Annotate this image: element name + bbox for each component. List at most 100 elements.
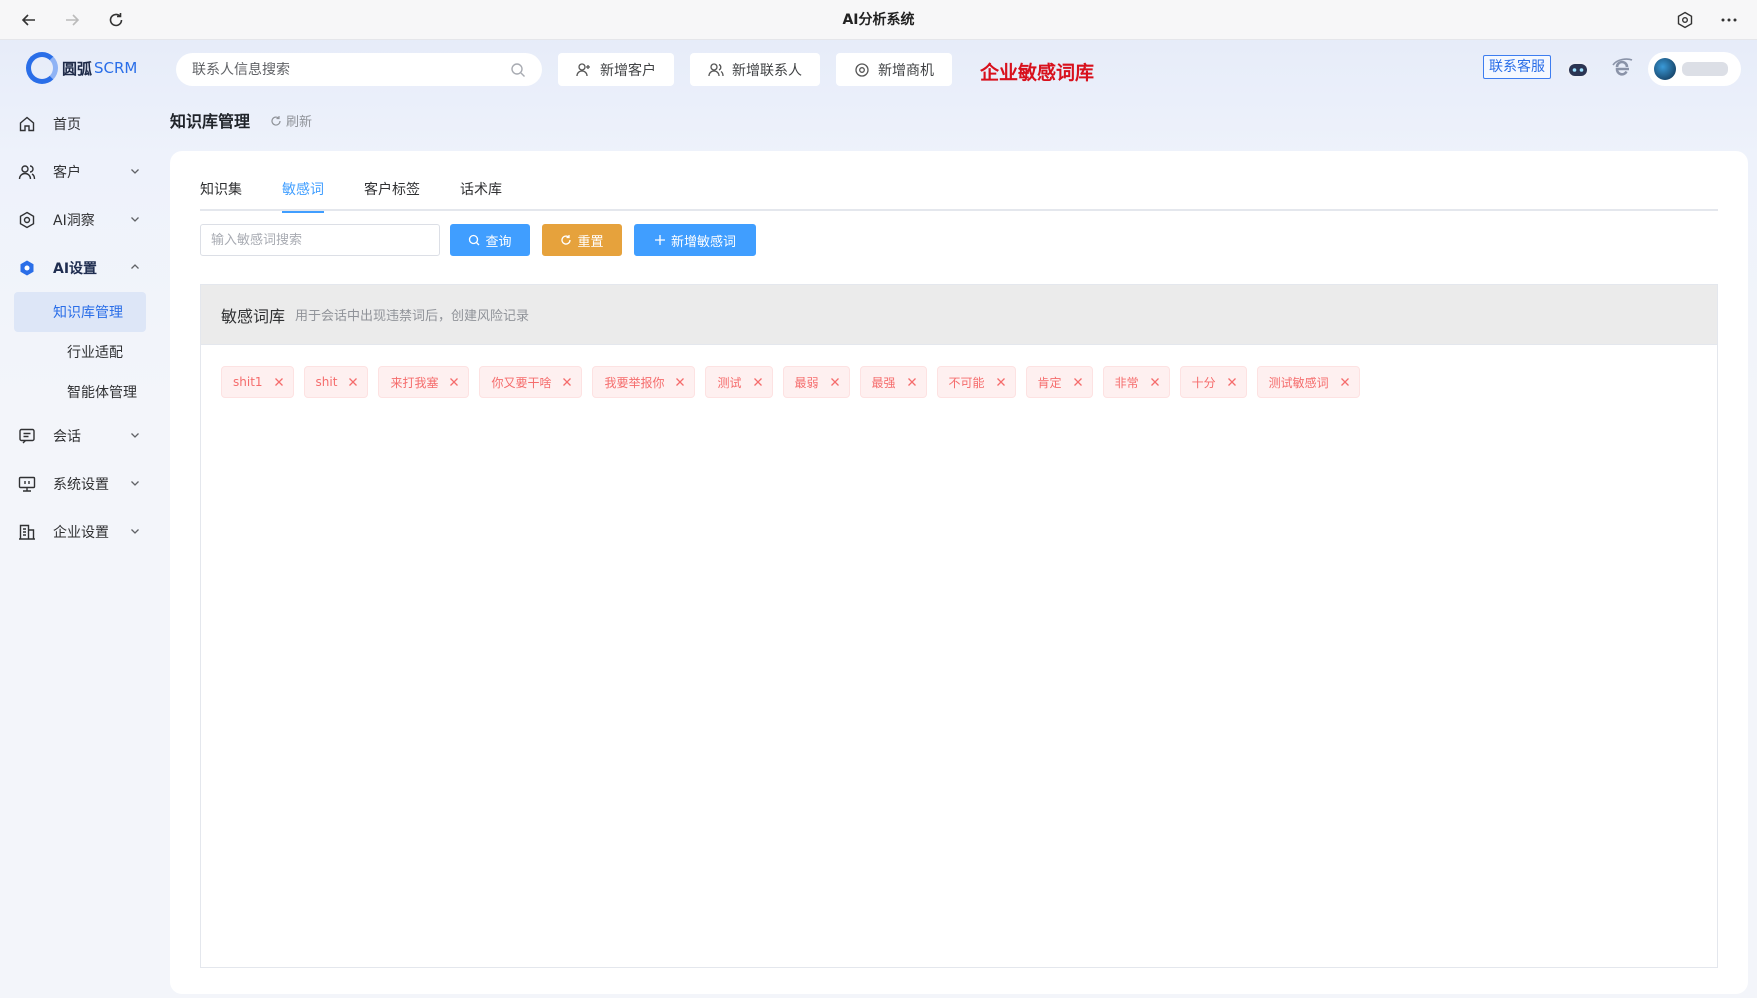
- add-customer-label: 新增客户: [600, 62, 656, 79]
- add-customer-button[interactable]: 新增客户: [558, 53, 674, 86]
- sidebar-item-customer[interactable]: 客户: [0, 148, 160, 196]
- tag-label: shit: [315, 375, 338, 389]
- sidebar-item-label: 系统设置: [53, 477, 109, 493]
- query-label: 查询: [485, 234, 512, 250]
- tag-label: 你又要干啥: [491, 375, 552, 390]
- add-sensitive-word-button[interactable]: 新增敏感词: [634, 224, 756, 256]
- sensitive-word-tag: 测试敏感词: [1256, 366, 1360, 398]
- logo[interactable]: 圆弧 SCRM: [26, 52, 137, 84]
- page-title: 知识库管理: [170, 112, 251, 131]
- sidebar-subitem-industry[interactable]: 行业适配: [14, 332, 146, 372]
- home-icon: [18, 115, 36, 133]
- sensitive-word-tag: 非常: [1102, 366, 1170, 398]
- sidebar-item-ai-settings[interactable]: AI设置: [0, 244, 160, 292]
- tag-label: 肯定: [1037, 375, 1062, 390]
- more-button[interactable]: [1709, 0, 1749, 40]
- tag-label: 十分: [1191, 375, 1216, 390]
- chevron-down-icon: [131, 433, 139, 438]
- sidebar-subitem-knowledge[interactable]: 知识库管理: [14, 292, 146, 332]
- browser-button[interactable]: [1610, 56, 1634, 84]
- logo-text-cn: 圆弧: [62, 59, 93, 78]
- sensitive-word-search-input[interactable]: [200, 224, 440, 256]
- tag-label: 非常: [1114, 375, 1139, 390]
- sidebar-item-system-settings[interactable]: 系统设置: [0, 460, 160, 508]
- sensitive-word-tag: shit: [303, 366, 369, 398]
- panel-title: 敏感词库: [221, 306, 286, 326]
- user-profile[interactable]: [1648, 52, 1741, 86]
- tab-script-library[interactable]: 话术库: [460, 169, 502, 211]
- refresh-button[interactable]: 刷新: [270, 111, 312, 130]
- reset-label: 重置: [577, 234, 604, 250]
- chevron-up-icon: [131, 264, 139, 269]
- add-opportunity-button[interactable]: 新增商机: [836, 53, 952, 86]
- hexagon-gear-icon: [18, 259, 36, 277]
- app-header: 圆弧 SCRM 新增客户 新增联系人 新增商机 企业敏感词库 联系客服: [0, 40, 1757, 100]
- window-title: AI分析系统: [842, 12, 915, 28]
- close-icon[interactable]: [830, 377, 840, 387]
- close-icon[interactable]: [753, 377, 763, 387]
- reset-button[interactable]: 重置: [542, 224, 622, 256]
- tab-knowledge-set[interactable]: 知识集: [200, 169, 242, 211]
- query-button[interactable]: 查询: [450, 224, 530, 256]
- sidebar: 首页 客户 AI洞察 AI设置 知识库管理 行业适配 智能体管理 会话 系统设置…: [0, 100, 160, 556]
- sidebar-item-label: 首页: [53, 117, 81, 133]
- close-icon[interactable]: [562, 377, 572, 387]
- tag-label: 最强: [871, 375, 896, 390]
- customer-service-button[interactable]: 联系客服: [1483, 55, 1551, 79]
- sidebar-item-home[interactable]: 首页: [0, 100, 160, 148]
- search-icon[interactable]: [510, 62, 526, 78]
- settings-button[interactable]: [1665, 0, 1705, 40]
- contact-search-input[interactable]: [192, 61, 510, 78]
- refresh-icon: [561, 235, 572, 245]
- tab-customer-tags[interactable]: 客户标签: [364, 169, 420, 211]
- close-icon[interactable]: [1227, 377, 1237, 387]
- sidebar-item-label: 会话: [53, 429, 81, 445]
- close-icon[interactable]: [996, 377, 1006, 387]
- close-icon[interactable]: [1073, 377, 1083, 387]
- close-icon[interactable]: [1150, 377, 1160, 387]
- logo-text-en: SCRM: [94, 59, 138, 77]
- tag-label: 不可能: [948, 375, 985, 390]
- sidebar-item-ai-insight[interactable]: AI洞察: [0, 196, 160, 244]
- add-contact-button[interactable]: 新增联系人: [690, 53, 820, 86]
- user-name-blurred: [1682, 62, 1728, 76]
- sensitive-word-tag: 不可能: [936, 366, 1016, 398]
- add-opportunity-label: 新增商机: [878, 62, 934, 79]
- sensitive-word-tag: 最强: [859, 366, 927, 398]
- sensitive-word-panel: 敏感词库 用于会话中出现违禁词后，创建风险记录 shit1 shit 来打我塞 你又要…: [200, 284, 1718, 968]
- tag-list: shit1 shit 来打我塞 你又要干啥 我要举报你 测试 最弱 最强 不可能 肯定 非常 十分 测试…: [221, 366, 1370, 398]
- close-icon[interactable]: [1340, 377, 1350, 387]
- close-icon[interactable]: [348, 377, 358, 387]
- sidebar-item-label: 企业设置: [53, 525, 109, 541]
- sidebar-item-label: AI设置: [53, 261, 98, 277]
- contacts-icon: [708, 62, 724, 76]
- sensitive-word-tag: 测试: [705, 366, 773, 398]
- close-icon[interactable]: [675, 377, 685, 387]
- sensitive-word-tag: 肯定: [1025, 366, 1093, 398]
- insight-icon: [18, 211, 36, 229]
- panel-description: 用于会话中出现违禁词后，创建风险记录: [295, 309, 530, 324]
- sidebar-item-session[interactable]: 会话: [0, 412, 160, 460]
- user-plus-icon: [576, 62, 590, 76]
- chevron-down-icon: [131, 529, 139, 534]
- refresh-icon: [271, 115, 281, 126]
- close-icon[interactable]: [274, 377, 284, 387]
- ai-robot-button[interactable]: [1565, 57, 1591, 85]
- chevron-down-icon: [131, 169, 139, 174]
- page-banner: 企业敏感词库: [980, 62, 1095, 84]
- tab-sensitive-words[interactable]: 敏感词: [282, 169, 324, 213]
- sidebar-item-label: AI洞察: [53, 213, 95, 229]
- close-icon[interactable]: [449, 377, 459, 387]
- avatar: [1654, 58, 1676, 80]
- sidebar-subitem-agent[interactable]: 智能体管理: [14, 372, 146, 412]
- main-card: 知识集 敏感词 客户标签 话术库 查询 重置 新增敏感词 敏感词库 用于会话中出…: [170, 151, 1748, 994]
- sensitive-word-tag: 你又要干啥: [479, 366, 583, 398]
- close-icon[interactable]: [907, 377, 917, 387]
- hexagon-settings-icon: [1677, 11, 1693, 29]
- monitor-icon: [18, 475, 36, 493]
- sensitive-word-tag: 来打我塞: [378, 366, 470, 398]
- tab-bar: 知识集 敏感词 客户标签 话术库: [200, 169, 1718, 213]
- chat-icon: [18, 427, 36, 445]
- sidebar-item-enterprise-settings[interactable]: 企业设置: [0, 508, 160, 556]
- tag-label: 测试: [717, 375, 742, 390]
